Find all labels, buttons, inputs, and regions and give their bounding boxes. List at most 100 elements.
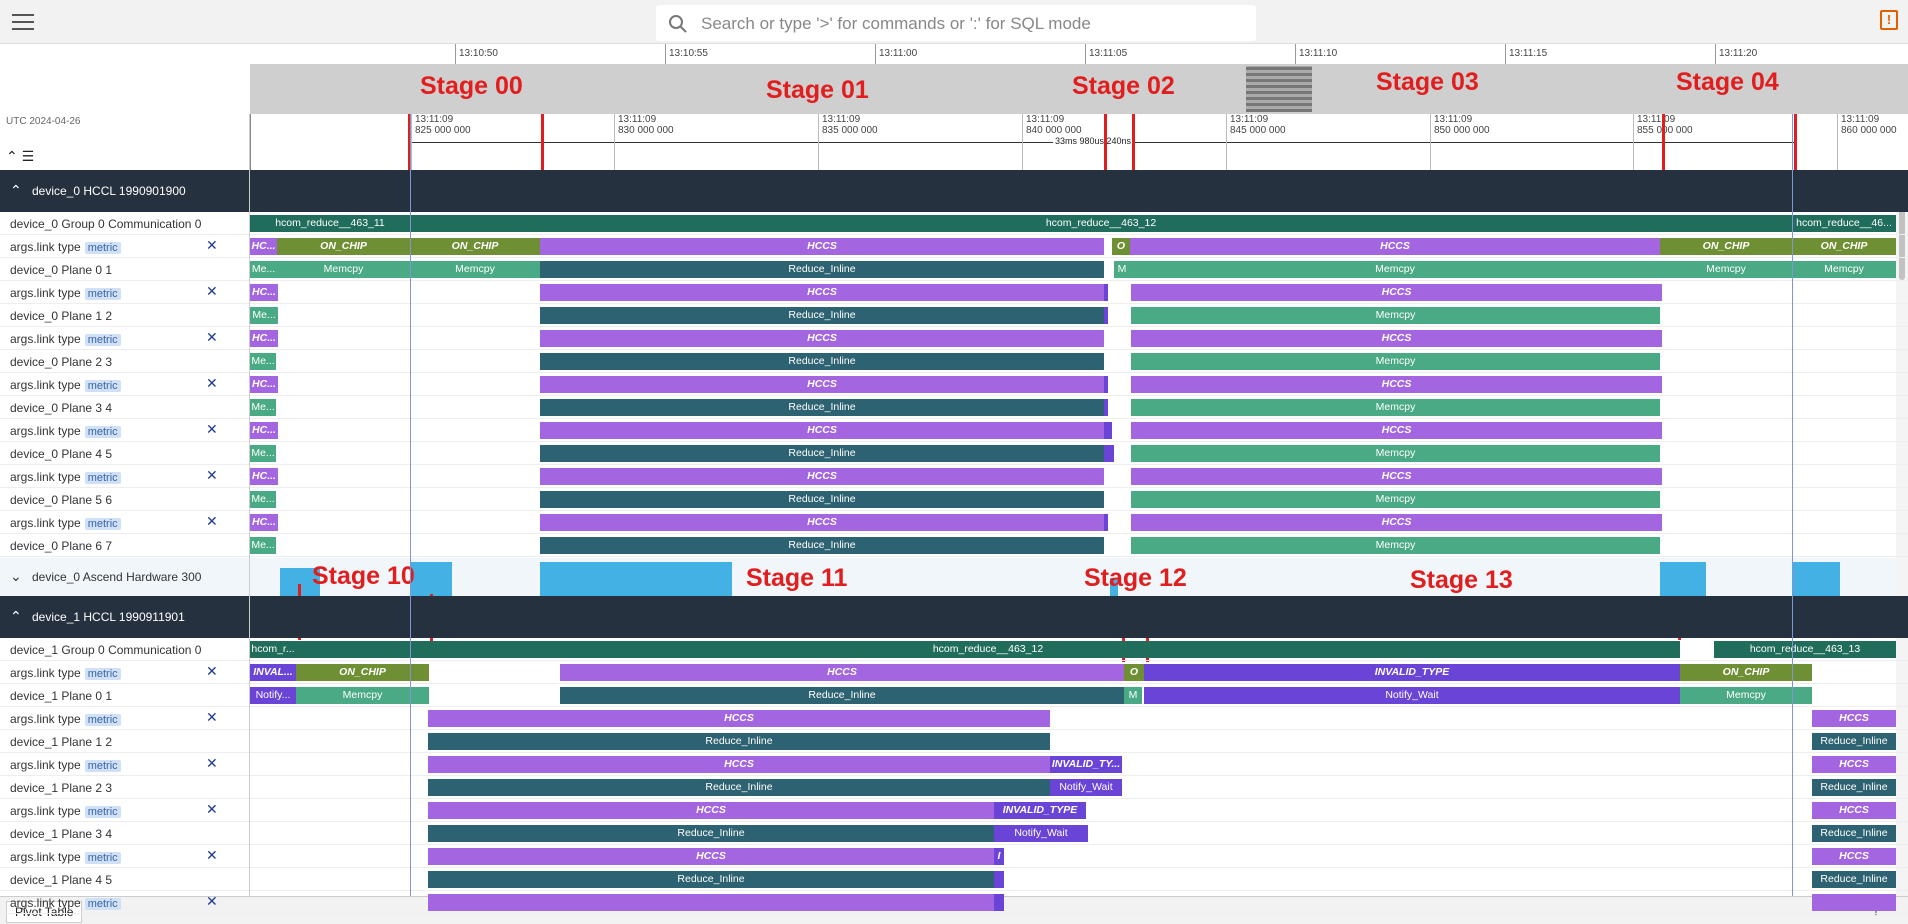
trace-slice[interactable]: HCCS [1812, 756, 1896, 773]
search-input[interactable]: Search or type '>' for commands or ':' f… [701, 14, 1091, 34]
track-row[interactable]: device_0 Group 0 Communication 0 hcom_red… [0, 212, 1908, 235]
trace-slice[interactable]: HC... [250, 284, 278, 301]
trace-slice[interactable]: Memcpy [1131, 353, 1660, 370]
track-row[interactable]: device_1 Plane 4 5 Reduce_Inline Reduce_In… [0, 868, 1908, 891]
trace-slice[interactable]: HCCS [428, 802, 994, 819]
collapse-all-icon[interactable]: ⌃ ☰ [6, 148, 34, 165]
menu-icon[interactable] [12, 14, 34, 30]
trace-slice[interactable]: Reduce_Inline [540, 445, 1104, 462]
trace-slice[interactable]: hcom_reduce__46... [1792, 215, 1896, 232]
search-box[interactable]: Search or type '>' for commands or ':' f… [656, 5, 1256, 41]
trace-slice[interactable]: Reduce_Inline [540, 491, 1104, 508]
trace-slice[interactable]: Notify_Wait [1144, 687, 1680, 704]
track-row[interactable]: args.link type metric ✕ HCCS INVALID_TY... HC… [0, 753, 1908, 776]
trace-slice[interactable]: HC... [250, 422, 278, 439]
trace-slice[interactable]: M [1124, 687, 1142, 704]
trace-slice[interactable]: Memcpy [1131, 307, 1660, 324]
trace-slice[interactable] [1104, 376, 1108, 393]
chevron-down-icon[interactable]: ⌄ [10, 568, 22, 585]
track-row[interactable]: args.link type metric ✕ HC... ON_CHIP ON_CHIP… [0, 235, 1908, 258]
trace-slice[interactable]: Memcpy [1130, 261, 1660, 278]
trace-slice[interactable]: hcom_reduce__463_13 [1714, 641, 1896, 658]
track-row[interactable]: args.link type metric ✕ HC... HCCS HCCS [0, 281, 1908, 304]
trace-slice[interactable]: hcom_r... [250, 641, 296, 658]
trace-slice[interactable]: HC... [250, 514, 278, 531]
trace-slice[interactable] [994, 894, 1004, 911]
trace-slice[interactable]: Me... [250, 537, 276, 554]
track-row[interactable]: args.link type metric ✕ HC... HCCS HCCS [0, 465, 1908, 488]
trace-slice[interactable] [1812, 894, 1896, 911]
track-row[interactable]: args.link type metric ✕ HCCS INVALID_TYPE HCC… [0, 799, 1908, 822]
trace-slice[interactable]: HC... [250, 468, 278, 485]
track-row[interactable]: args.link type metric ✕ INVAL... ON_CHIP HCCS… [0, 661, 1908, 684]
trace-slice[interactable]: HCCS [428, 710, 1050, 727]
trace-slice[interactable]: ON_CHIP [277, 238, 410, 255]
trace-slice[interactable]: HCCS [1131, 468, 1662, 485]
trace-slice[interactable]: HCCS [540, 238, 1104, 255]
trace-slice[interactable]: Memcpy [1131, 491, 1660, 508]
trace-slice[interactable]: Notify_Wait [1050, 779, 1122, 796]
trace-slice[interactable]: HCCS [1812, 848, 1896, 865]
trace-slice[interactable]: Me... [250, 307, 278, 324]
trace-slice[interactable] [1104, 514, 1108, 531]
trace-slice[interactable] [1104, 422, 1112, 439]
trace-slice[interactable]: HCCS [1812, 802, 1896, 819]
trace-slice[interactable]: ON_CHIP [1660, 238, 1792, 255]
trace-slice[interactable]: hcom_reduce__463_11 [250, 215, 410, 232]
trace-slice[interactable]: HCCS [540, 376, 1104, 393]
close-icon[interactable]: ✕ [206, 801, 218, 818]
trace-slice[interactable]: Reduce_Inline [428, 871, 994, 888]
trace-slice[interactable]: I [994, 848, 1004, 865]
close-icon[interactable]: ✕ [206, 709, 218, 726]
trace-slice[interactable]: HC... [250, 376, 278, 393]
trace-slice[interactable]: ON_CHIP [1792, 238, 1896, 255]
close-icon[interactable]: ✕ [206, 513, 218, 530]
trace-slice[interactable] [428, 894, 994, 911]
trace-slice[interactable]: Me... [250, 399, 276, 416]
hardware-activity-block[interactable] [1792, 562, 1840, 598]
trace-slice[interactable]: Reduce_Inline [1812, 825, 1896, 842]
trace-slice[interactable]: Reduce_Inline [1812, 779, 1896, 796]
trace-slice[interactable] [1104, 307, 1108, 324]
trace-slice[interactable]: HCCS [1131, 514, 1662, 531]
trace-slice[interactable]: INVALID_TYPE [994, 802, 1086, 819]
trace-slice[interactable]: Memcpy [1792, 261, 1896, 278]
close-icon[interactable]: ✕ [206, 237, 218, 254]
hardware-activity-block[interactable] [540, 562, 732, 598]
trace-slice[interactable]: Me... [250, 353, 276, 370]
close-icon[interactable]: ✕ [206, 375, 218, 392]
trace-slice[interactable]: O [1112, 238, 1130, 255]
trace-slice[interactable]: HCCS [560, 664, 1124, 681]
track-row[interactable]: device_0 Plane 5 6 Me... Reduce_Inline Memc… [0, 488, 1908, 511]
trace-slice[interactable]: HC... [250, 238, 277, 255]
track-row[interactable]: args.link type metric ✕ [0, 891, 1908, 914]
track-group-header[interactable]: ⌃ device_0 HCCL 1990901900 [0, 170, 1908, 212]
time-axis[interactable]: 33ms 980us 240ns 13:11:09 825 000 000 13:1… [250, 114, 1908, 170]
close-icon[interactable]: ✕ [206, 421, 218, 438]
trace-slice[interactable] [1104, 445, 1114, 462]
trace-slice[interactable]: Notify_Wait [994, 825, 1088, 842]
trace-slice[interactable]: O [1124, 664, 1144, 681]
trace-slice[interactable]: hcom_reduce__463_12 [410, 215, 1792, 232]
track-row[interactable]: device_0 Plane 4 5 Me... Reduce_Inline Memc… [0, 442, 1908, 465]
track-row[interactable]: device_0 Plane 0 1 Me... Memcpy Memcpy Reduc… [0, 258, 1908, 281]
trace-slice[interactable]: Reduce_Inline [1812, 871, 1896, 888]
trace-slice[interactable]: M [1114, 261, 1130, 278]
close-icon[interactable]: ✕ [206, 755, 218, 772]
trace-slice[interactable]: Me... [250, 261, 277, 278]
close-icon[interactable]: ✕ [206, 663, 218, 680]
close-icon[interactable]: ✕ [206, 893, 218, 910]
trace-slice[interactable]: Memcpy [1131, 399, 1660, 416]
trace-slice[interactable]: Reduce_Inline [428, 779, 1050, 796]
trace-slice[interactable]: HC... [250, 330, 278, 347]
trace-slice[interactable]: HCCS [540, 284, 1104, 301]
track-row[interactable]: device_1 Plane 0 1 Notify... Memcpy Reduce_… [0, 684, 1908, 707]
chevron-up-icon[interactable]: ⌃ [10, 608, 22, 625]
trace-slice[interactable]: ON_CHIP [410, 238, 540, 255]
track-row[interactable]: device_1 Plane 3 4 Reduce_Inline Notify_Wa… [0, 822, 1908, 845]
trace-slice[interactable] [1104, 399, 1108, 416]
track-row[interactable]: device_1 Group 0 Communication 0 hcom_r..… [0, 638, 1908, 661]
hardware-activity-block[interactable] [410, 562, 452, 598]
close-icon[interactable]: ✕ [206, 847, 218, 864]
trace-slice[interactable]: Reduce_Inline [540, 537, 1104, 554]
